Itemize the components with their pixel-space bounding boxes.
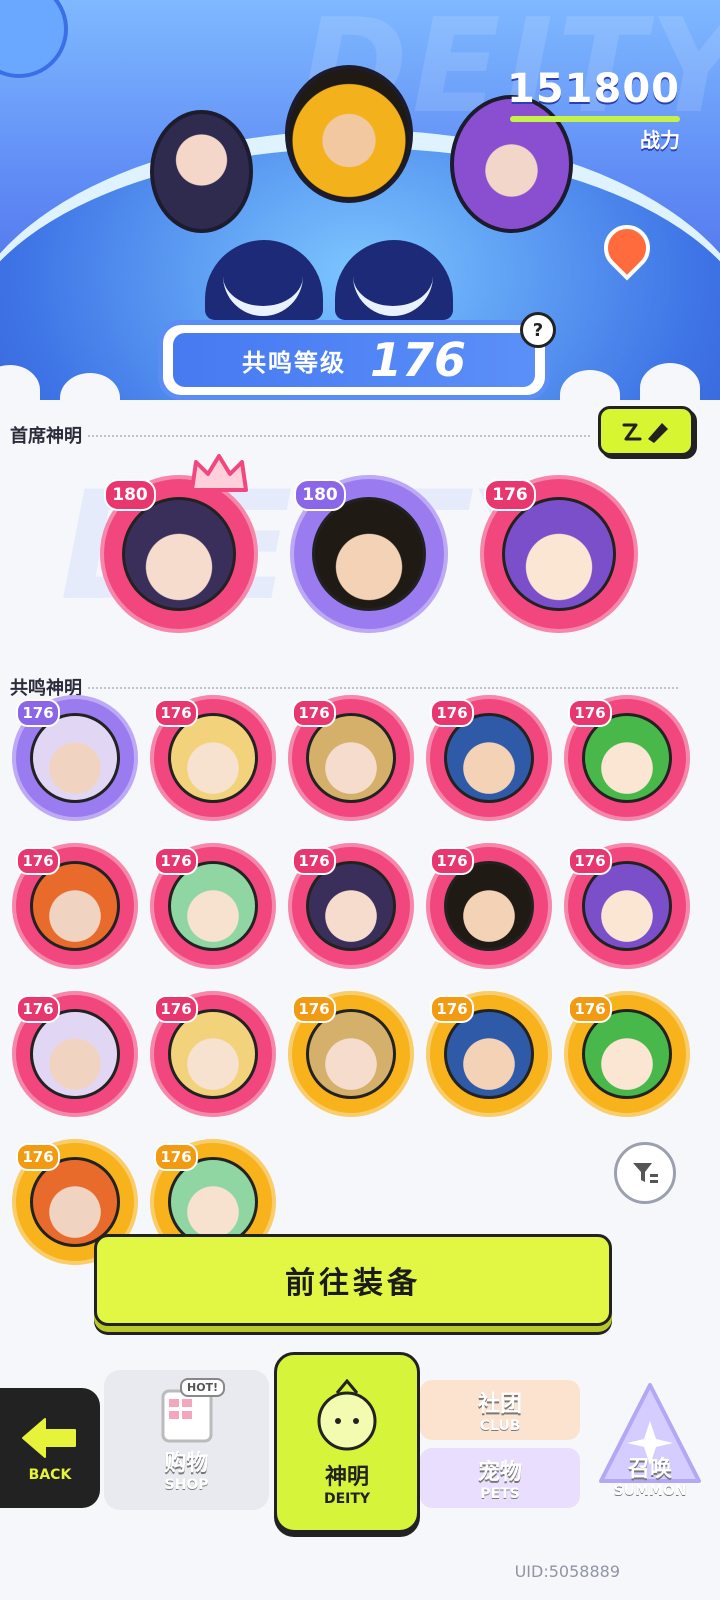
planet-icon bbox=[0, 0, 68, 78]
resonance-deity-avatar[interactable]: 176 bbox=[564, 843, 690, 969]
deity-level-badge: 176 bbox=[16, 1143, 60, 1171]
resonance-deity-avatar[interactable]: 176 bbox=[564, 695, 690, 821]
resonance-deity-avatar[interactable]: 176 bbox=[150, 991, 276, 1117]
deity-level-badge: 176 bbox=[568, 847, 612, 875]
combat-power-value: 151800 bbox=[507, 66, 680, 112]
resonance-deity-avatar[interactable]: 176 bbox=[150, 695, 276, 821]
deity-level-badge: 176 bbox=[568, 699, 612, 727]
nav-deity-label: 神明 bbox=[324, 1464, 369, 1490]
user-id: UID:5058889 bbox=[514, 1562, 620, 1581]
deity-mascot-icon bbox=[317, 1378, 377, 1450]
filter-icon bbox=[633, 1163, 658, 1183]
nav-pets-sublabel: PETS bbox=[480, 1486, 520, 1502]
resonance-deity-avatar[interactable]: 176 bbox=[150, 843, 276, 969]
nav-pets-label: 宠物 bbox=[477, 1460, 522, 1485]
deity-level-badge: 176 bbox=[16, 847, 60, 875]
deity-level-badge: 176 bbox=[292, 699, 336, 727]
deity-level-badge: 176 bbox=[154, 995, 198, 1023]
resonance-deity-avatar[interactable]: 176 bbox=[12, 991, 138, 1117]
nav-club-label: 社团 bbox=[477, 1392, 522, 1417]
deity-level-badge: 176 bbox=[568, 995, 612, 1023]
deity-portrait bbox=[122, 497, 236, 611]
nav-club[interactable]: 社团 CLUB bbox=[420, 1380, 580, 1440]
resonance-level-panel: 共鸣等级 176 bbox=[163, 325, 545, 395]
deity-level-badge: 176 bbox=[484, 479, 536, 511]
crown-icon bbox=[190, 454, 248, 492]
edit-pencil-icon bbox=[622, 423, 668, 443]
resonance-deity-avatar[interactable]: 176 bbox=[12, 695, 138, 821]
combat-power-label: 战力 bbox=[640, 128, 680, 152]
nav-deity[interactable]: 神明 DEITY bbox=[274, 1352, 420, 1533]
deity-level-badge: 176 bbox=[292, 847, 336, 875]
deity-level-badge: 176 bbox=[16, 699, 60, 727]
nav-summon[interactable]: 召唤 SUMMON bbox=[585, 1360, 715, 1520]
resonance-deity-avatar[interactable]: 176 bbox=[426, 843, 552, 969]
question-icon: ? bbox=[532, 319, 544, 341]
nav-summon-label: 召唤 bbox=[627, 1457, 672, 1482]
deity-level-badge: 176 bbox=[430, 995, 474, 1023]
go-equip-label: 前往装备 bbox=[285, 1266, 421, 1301]
edit-chief-button[interactable] bbox=[598, 406, 694, 456]
resonance-level-label: 共鸣等级 bbox=[241, 348, 346, 377]
heading-divider bbox=[88, 685, 678, 689]
chibi-character-2[interactable] bbox=[285, 65, 413, 203]
deity-portrait bbox=[312, 497, 426, 611]
back-arrow-icon bbox=[22, 1418, 76, 1458]
nav-pets[interactable]: 宠物 PETS bbox=[420, 1448, 580, 1508]
deity-level-badge: 180 bbox=[294, 479, 346, 511]
deity-level-badge: 180 bbox=[104, 479, 156, 511]
chibi-character-1[interactable] bbox=[150, 110, 253, 233]
back-label: BACK bbox=[28, 1467, 72, 1483]
bottom-navigation: BACK 购物 SHOP HOT! 神明 DEITY 社团 CLUB 宠物 PE… bbox=[0, 1340, 720, 1550]
chief-deity-avatar[interactable]: 176 bbox=[480, 475, 638, 633]
deity-level-badge: 176 bbox=[154, 1143, 198, 1171]
nav-club-sublabel: CLUB bbox=[479, 1418, 521, 1434]
filter-button[interactable] bbox=[614, 1142, 676, 1204]
resonance-deity-avatar[interactable]: 176 bbox=[426, 991, 552, 1117]
deity-level-badge: 176 bbox=[430, 847, 474, 875]
combat-power: 151800 战力 bbox=[507, 66, 680, 153]
resonance-deity-avatar[interactable]: 176 bbox=[288, 991, 414, 1117]
chief-deities-title: 首席神明 bbox=[10, 426, 82, 447]
deity-level-badge: 176 bbox=[154, 847, 198, 875]
nav-deity-sublabel: DEITY bbox=[323, 1490, 371, 1507]
back-button[interactable]: BACK bbox=[0, 1388, 100, 1508]
chief-deities-heading: 首席神明 bbox=[10, 422, 590, 448]
nav-shop-sublabel: SHOP bbox=[164, 1477, 209, 1493]
chief-deity-avatar[interactable]: 180 bbox=[290, 475, 448, 633]
chief-deity-avatar[interactable]: 180 bbox=[100, 475, 258, 633]
deity-portrait bbox=[502, 497, 616, 611]
deity-level-badge: 176 bbox=[16, 995, 60, 1023]
go-equip-button[interactable]: 前往装备 bbox=[94, 1234, 612, 1326]
resonance-deity-avatar[interactable]: 176 bbox=[288, 695, 414, 821]
deity-level-badge: 176 bbox=[154, 699, 198, 727]
hot-badge: HOT! bbox=[180, 1378, 226, 1397]
resonance-deity-avatar[interactable]: 176 bbox=[564, 991, 690, 1117]
resonance-deity-avatar[interactable]: 176 bbox=[12, 843, 138, 969]
nav-summon-sublabel: SUMMON bbox=[613, 1483, 687, 1499]
deity-level-badge: 176 bbox=[430, 699, 474, 727]
help-button[interactable]: ? bbox=[520, 312, 556, 348]
resonance-level-value: 176 bbox=[369, 333, 467, 387]
resonance-deity-avatar[interactable]: 176 bbox=[288, 843, 414, 969]
heading-divider bbox=[88, 433, 590, 437]
nav-shop-label: 购物 bbox=[164, 1451, 209, 1476]
combat-power-underline bbox=[510, 116, 680, 122]
deity-level-badge: 176 bbox=[292, 995, 336, 1023]
resonance-deity-avatar[interactable]: 176 bbox=[426, 695, 552, 821]
